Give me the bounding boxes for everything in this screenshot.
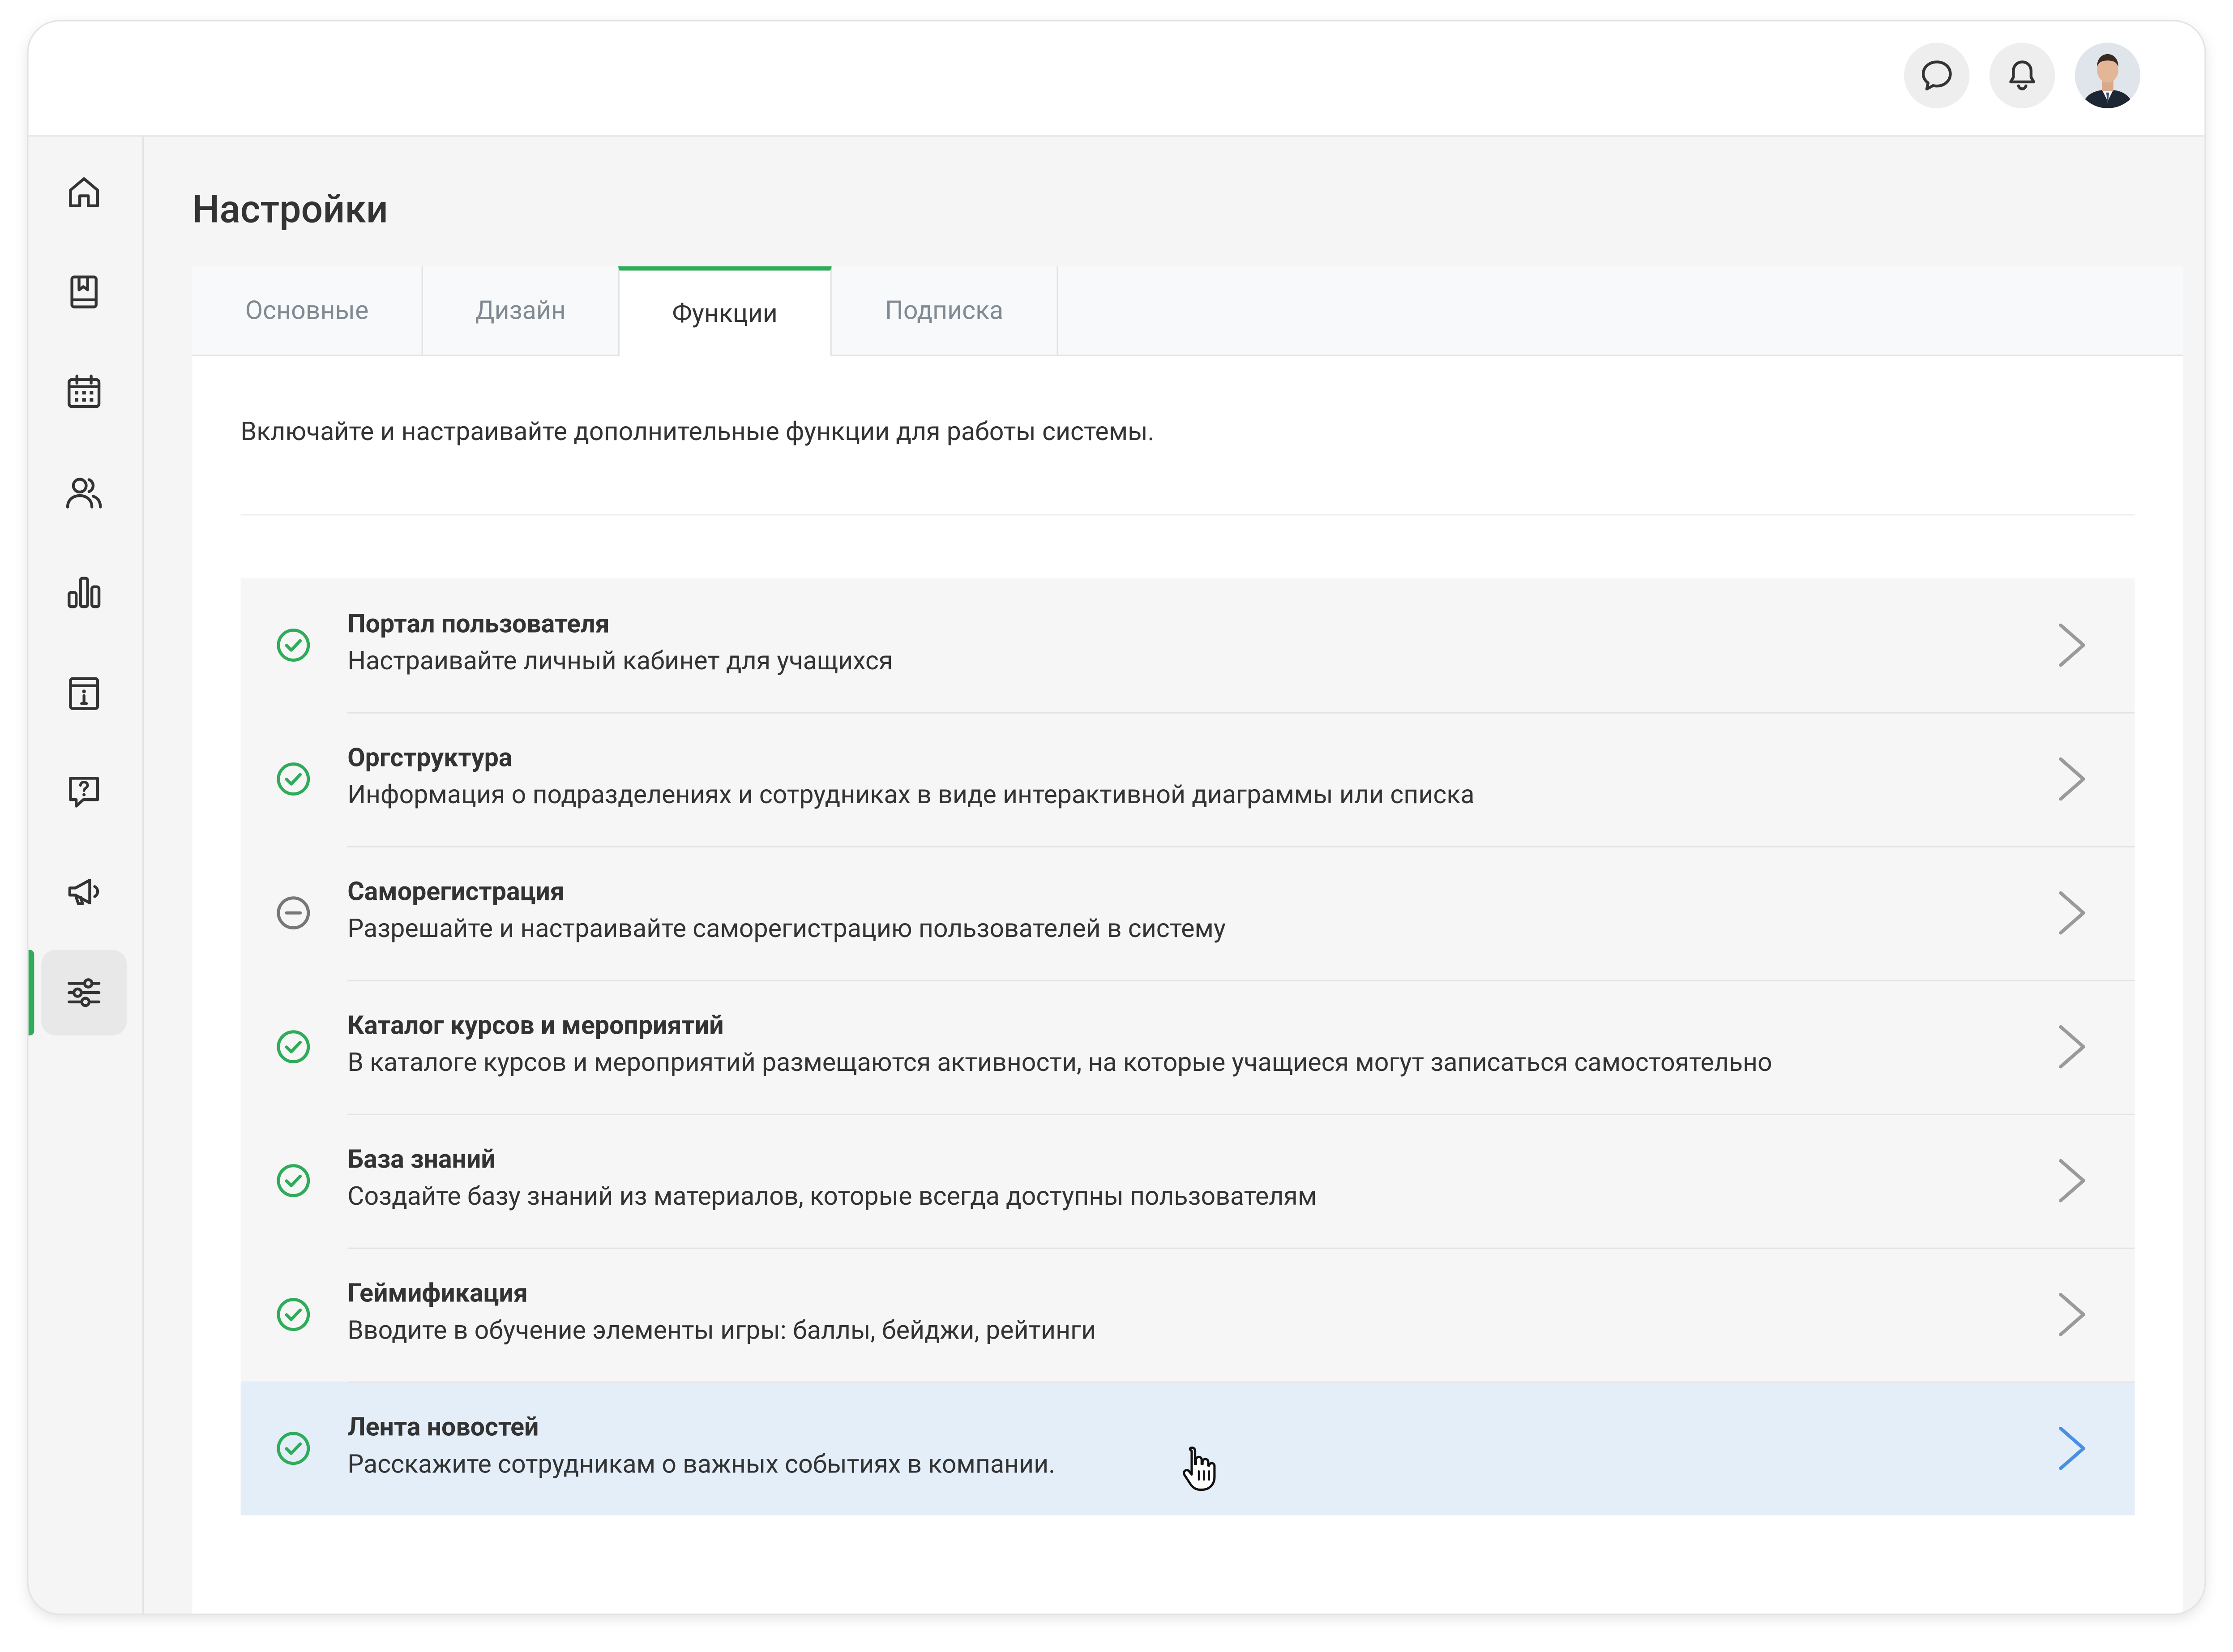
bell-icon (2009, 60, 2036, 90)
tab-subscription[interactable]: Подписка (832, 266, 1058, 355)
chevron-right-icon (2059, 891, 2085, 935)
sidebar-item-support[interactable] (41, 749, 127, 835)
divider (240, 514, 2135, 516)
calendar-icon (68, 374, 101, 408)
feature-row-org-structure[interactable]: Оргструктура Информация о подразделениях… (240, 712, 2135, 846)
notifications-button[interactable] (1989, 43, 2055, 108)
check-circle-icon (277, 1164, 310, 1198)
chevron-right-icon (2059, 757, 2085, 801)
intro-text: Включайте и настраивайте дополнительные … (240, 417, 1155, 447)
top-bar (28, 21, 2205, 137)
check-circle-icon (277, 1432, 310, 1465)
feature-title: База знаний (347, 1145, 496, 1175)
sidebar-item-calendar[interactable] (41, 349, 127, 434)
sidebar-item-announcements[interactable] (41, 849, 127, 934)
page-title: Настройки (192, 186, 388, 232)
chat-icon (1921, 60, 1952, 91)
sidebar-item-home[interactable] (41, 150, 127, 235)
feature-description: Расскажите сотрудникам о важных событиях… (347, 1450, 1056, 1480)
feature-list: Портал пользователя Настраивайте личный … (240, 578, 2135, 1515)
check-circle-icon (277, 1030, 310, 1064)
feature-description: Создайте базу знаний из материалов, кото… (347, 1182, 1317, 1212)
chevron-right-icon (2059, 1159, 2085, 1203)
app-window: Настройки Основные Дизайн Функции Подпис… (28, 21, 2205, 1614)
feature-row-course-catalog[interactable]: Каталог курсов и мероприятий В каталоге … (240, 980, 2135, 1114)
feature-row-gamification[interactable]: Геймификация Вводите в обучение элементы… (240, 1247, 2135, 1382)
chevron-right-icon (2059, 1292, 2085, 1336)
chevron-right-icon (2059, 1025, 2085, 1069)
sidebar (28, 137, 144, 1614)
user-avatar[interactable] (2075, 43, 2141, 108)
bar-chart-icon (68, 577, 101, 608)
sidebar-item-settings[interactable] (41, 950, 127, 1036)
feature-description: Настраивайте личный кабинет для учащихся (347, 646, 893, 677)
tab-general[interactable]: Основные (192, 266, 423, 355)
megaphone-icon (68, 878, 99, 905)
feature-title: Оргструктура (347, 743, 513, 774)
sidebar-item-analytics[interactable] (41, 550, 127, 635)
check-circle-icon (277, 762, 310, 796)
tab-functions[interactable]: Функции (618, 266, 832, 356)
check-circle-icon (277, 1298, 310, 1331)
feature-description: Информация о подразделениях и сотрудника… (347, 780, 1475, 811)
check-circle-icon (277, 629, 310, 662)
feature-row-user-portal[interactable]: Портал пользователя Настраивайте личный … (240, 578, 2135, 712)
tab-bar: Основные Дизайн Функции Подписка (192, 266, 2183, 356)
feature-row-knowledge-base[interactable]: База знаний Создайте базу знаний из мате… (240, 1113, 2135, 1248)
sidebar-item-courses[interactable] (41, 249, 127, 335)
sidebar-active-indicator (28, 950, 34, 1036)
info-board-icon (69, 677, 99, 710)
row-separator (347, 846, 2135, 847)
row-separator (347, 1381, 2135, 1383)
users-icon (66, 478, 102, 509)
feature-title: Портал пользователя (347, 609, 610, 640)
tab-design[interactable]: Дизайн (423, 266, 620, 355)
sidebar-item-users[interactable] (41, 450, 127, 535)
feature-title: Саморегистрация (347, 877, 565, 907)
feature-row-self-registration[interactable]: Саморегистрация Разрешайте и настраивайт… (240, 846, 2135, 980)
feature-description: Вводите в обучение элементы игры: баллы,… (347, 1316, 1096, 1346)
avatar-image (2075, 43, 2141, 108)
feature-title: Каталог курсов и мероприятий (347, 1011, 724, 1041)
row-separator (347, 1247, 2135, 1249)
feature-description: В каталоге курсов и мероприятий размещаю… (347, 1048, 1772, 1079)
feature-title: Геймификация (347, 1279, 528, 1309)
chevron-right-icon (2059, 1426, 2085, 1470)
home-icon (69, 177, 99, 207)
minus-circle-icon (277, 896, 310, 929)
chevron-right-icon (2059, 623, 2085, 667)
row-separator (347, 712, 2135, 714)
hand-cursor-icon (1182, 1447, 1216, 1491)
sliders-icon (68, 978, 101, 1007)
feature-title: Лента новостей (347, 1412, 539, 1443)
row-separator (347, 980, 2135, 981)
question-chat-icon (69, 777, 99, 808)
settings-panel: Основные Дизайн Функции Подписка Включай… (192, 266, 2183, 1614)
feature-description: Разрешайте и настраивайте саморегистраци… (347, 914, 1226, 945)
row-separator (347, 1113, 2135, 1115)
chat-button[interactable] (1904, 43, 1970, 108)
book-icon (70, 275, 98, 308)
sidebar-item-info[interactable] (41, 651, 127, 736)
